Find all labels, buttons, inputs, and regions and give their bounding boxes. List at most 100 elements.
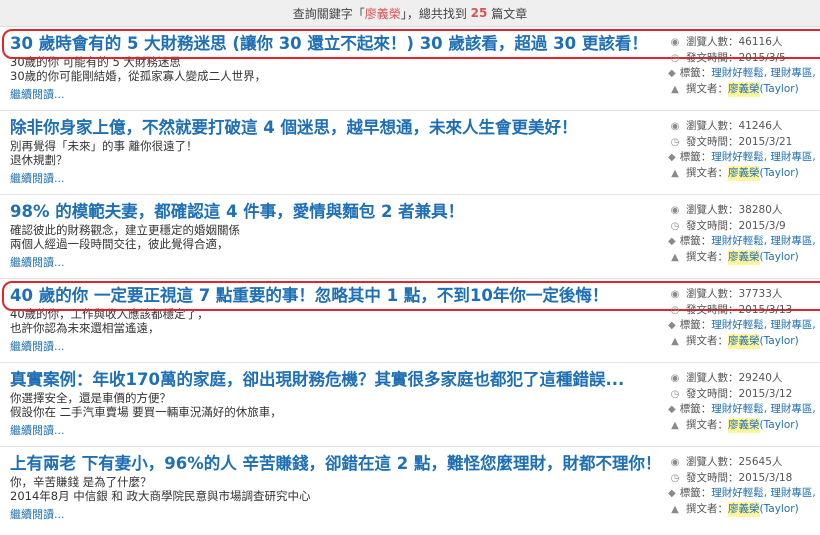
author-label: 撰文者： [686, 166, 728, 179]
article-excerpt-line: 你，辛苦賺錢 是為了什麼？ [10, 475, 152, 489]
tag-links[interactable]: 理財好輕鬆, 理財專區, [711, 234, 816, 250]
user-icon: ▲ [671, 251, 679, 263]
summary-suffix: 篇文章 [491, 6, 528, 21]
author-name-link[interactable]: 廖義榮 [728, 501, 760, 517]
clock-icon: ◷ [670, 472, 680, 484]
author-name-link[interactable]: 廖義榮 [728, 417, 760, 433]
tag-links[interactable]: 理財好輕鬆, 理財專區, [711, 486, 816, 502]
tag-icon: ◆ [668, 488, 676, 499]
publish-date: 2015/3/12 [738, 387, 793, 400]
user-icon: ▲ [671, 83, 679, 95]
article-list: 30 歲時會有的 5 大財務迷思 (讓你 30 還立不起來！) 30 歲該看，超… [0, 27, 820, 531]
clock-icon: ◷ [670, 388, 680, 400]
views-unit: 人 [771, 204, 783, 216]
author-label: 撰文者： [686, 334, 728, 347]
tag-icon: ◆ [668, 68, 676, 79]
author-name-link[interactable]: 廖義榮 [728, 249, 760, 265]
author-name-link[interactable]: 廖義榮 [728, 81, 760, 97]
article-meta: ◉ 瀏覽人數： 46116 人 ◷ 發文時間： 2015/3/5 ◆ 標籤： 理財好輕鬆, … [668, 35, 818, 97]
tags-label: 標籤： [679, 151, 712, 163]
eye-icon: ◉ [670, 37, 680, 48]
tag-links[interactable]: 理財好輕鬆, 理財專區, [711, 318, 816, 334]
summary-middle: 」，總共找到 [400, 6, 467, 21]
tag-icon: ◆ [668, 404, 676, 415]
views-unit: 人 [771, 36, 783, 48]
tag-links[interactable]: 理財好輕鬆, 理財專區, [711, 150, 816, 166]
read-more-link[interactable]: 繼續閱讀... [10, 506, 650, 522]
article-title-link[interactable]: 98% 的模範夫妻，都確認這 4 件事，愛情與麵包 2 者兼具！ [10, 201, 650, 223]
article-item: 40 歲的你 一定要正視這 7 點重要的事！忽略其中 1 點，不到10年你一定後… [0, 279, 820, 363]
article-title-link[interactable]: 上有兩老 下有妻小，96%的人 辛苦賺錢，卻錯在這 2 點，難怪您麼理財，財都不… [10, 453, 650, 475]
article-excerpt-line: 別再覺得「未來」的事 離你很遠了！ [10, 139, 198, 153]
article-excerpt-line: 30歲的你 可能有的 5 大財務迷思 [10, 55, 181, 69]
views-label: 瀏覽人數： [686, 36, 739, 48]
result-count: 25 [470, 6, 488, 20]
search-summary-bar: 查詢關鍵字「 廖義榮 」，總共找到 25 篇文章 [0, 0, 820, 27]
date-label: 發文時間： [686, 135, 739, 148]
clock-icon: ◷ [670, 304, 680, 316]
publish-date: 2015/3/9 [738, 219, 786, 232]
tag-icon: ◆ [668, 320, 676, 331]
tag-links[interactable]: 理財好輕鬆, 理財專區, [711, 66, 816, 82]
views-count: 38280 [738, 204, 772, 216]
author-alias[interactable]: (Taylor) [760, 82, 799, 98]
article-meta: ◉ 瀏覽人數： 37733 人 ◷ 發文時間： 2015/3/13 ◆ 標籤： 理財好輕鬆,… [668, 287, 818, 349]
read-more-link[interactable]: 繼續閱讀... [10, 86, 650, 102]
read-more-link[interactable]: 繼續閱讀... [10, 170, 650, 186]
article-item: 上有兩老 下有妻小，96%的人 辛苦賺錢，卻錯在這 2 點，難怪您麼理財，財都不… [0, 447, 820, 531]
user-icon: ▲ [671, 503, 679, 515]
article-title-link[interactable]: 除非你身家上億，不然就要打破這 4 個迷思，越早想通，未來人生會更美好！ [10, 117, 650, 139]
author-alias[interactable]: (Taylor) [760, 502, 799, 518]
views-label: 瀏覽人數： [686, 120, 739, 132]
tags-label: 標籤： [679, 319, 712, 331]
author-alias[interactable]: (Taylor) [760, 166, 799, 182]
article-item: 除非你身家上億，不然就要打破這 4 個迷思，越早想通，未來人生會更美好！ 別再覺… [0, 111, 820, 195]
tags-label: 標籤： [679, 403, 712, 415]
tag-links[interactable]: 理財好輕鬆, 理財專區, [711, 402, 816, 418]
clock-icon: ◷ [670, 220, 680, 232]
article-excerpt-line: 假設你在 二手汽車賣場 要買一輛車況滿好的休旅車， [10, 405, 282, 419]
article-excerpt-line: 2014年8月 中信銀 和 政大商學院民意與市場調查研究中心 [10, 489, 311, 503]
author-label: 撰文者： [686, 502, 728, 515]
read-more-link[interactable]: 繼續閱讀... [10, 338, 650, 354]
author-label: 撰文者： [686, 418, 728, 431]
date-label: 發文時間： [686, 303, 739, 316]
user-icon: ▲ [671, 335, 679, 347]
read-more-link[interactable]: 繼續閱讀... [10, 422, 650, 438]
article-item: 98% 的模範夫妻，都確認這 4 件事，愛情與麵包 2 者兼具！ 確認彼此的財務… [0, 195, 820, 279]
read-more-link[interactable]: 繼續閱讀... [10, 254, 650, 270]
article-title-link[interactable]: 真實案例：年收170萬的家庭，卻出現財務危機？其實很多家庭也都犯了這種錯誤... [10, 369, 650, 391]
views-label: 瀏覽人數： [686, 372, 739, 384]
author-name-link[interactable]: 廖義榮 [728, 165, 760, 181]
eye-icon: ◉ [670, 289, 680, 300]
clock-icon: ◷ [670, 52, 680, 64]
views-count: 46116 [738, 36, 772, 48]
article-excerpt-line: 退休規劃？ [10, 153, 68, 167]
views-unit: 人 [771, 288, 783, 300]
clock-icon: ◷ [670, 136, 680, 148]
views-unit: 人 [771, 120, 783, 132]
author-alias[interactable]: (Taylor) [760, 250, 799, 266]
views-count: 41246 [738, 120, 772, 132]
author-alias[interactable]: (Taylor) [760, 418, 799, 434]
article-item: 30 歲時會有的 5 大財務迷思 (讓你 30 還立不起來！) 30 歲該看，超… [0, 27, 820, 111]
search-keyword: 廖義榮 [364, 6, 401, 21]
publish-date: 2015/3/21 [738, 135, 793, 148]
author-name-link[interactable]: 廖義榮 [728, 333, 760, 349]
article-meta: ◉ 瀏覽人數： 25645 人 ◷ 發文時間： 2015/3/18 ◆ 標籤： 理財好輕鬆,… [668, 455, 818, 517]
date-label: 發文時間： [686, 51, 739, 64]
summary-prefix: 查詢關鍵字「 [292, 6, 365, 21]
article-meta: ◉ 瀏覽人數： 38280 人 ◷ 發文時間： 2015/3/9 ◆ 標籤： 理財好輕鬆, … [668, 203, 818, 265]
publish-date: 2015/3/5 [738, 51, 786, 64]
date-label: 發文時間： [686, 387, 739, 400]
eye-icon: ◉ [670, 373, 680, 384]
author-alias[interactable]: (Taylor) [760, 334, 799, 350]
article-excerpt-line: 30歲的你可能剛結婚，從孤家寡人變成二人世界， [10, 69, 267, 83]
date-label: 發文時間： [686, 219, 739, 232]
tag-icon: ◆ [668, 236, 676, 247]
eye-icon: ◉ [670, 457, 680, 468]
article-excerpt-line: 你選擇安全，還是車價的方便？ [10, 391, 171, 405]
article-excerpt-line: 也許你認為未來還相當遙遠， [10, 321, 160, 335]
views-unit: 人 [771, 456, 783, 468]
article-meta: ◉ 瀏覽人數： 29240 人 ◷ 發文時間： 2015/3/12 ◆ 標籤： 理財好輕鬆,… [668, 371, 818, 433]
